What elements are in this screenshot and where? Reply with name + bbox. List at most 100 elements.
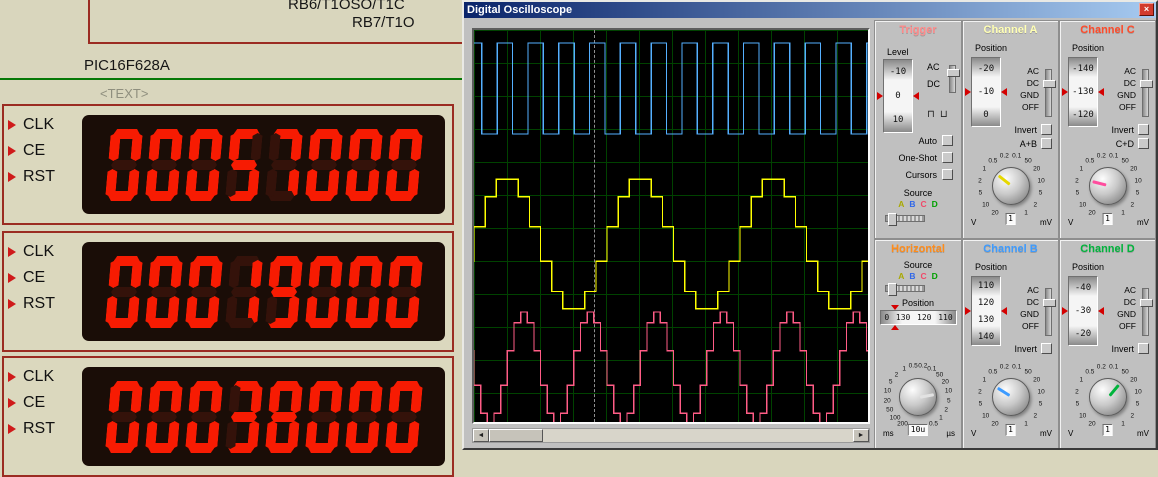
seven-seg-digit	[144, 129, 182, 201]
wheel-value: -20	[1074, 328, 1092, 339]
trigger-panel: Trigger Level -10 0 10 AC DC ⊓ ⊔ Auto One-S…	[874, 20, 962, 239]
seven-seg-digit	[104, 129, 142, 201]
channel-c-invert-button[interactable]	[1138, 124, 1149, 135]
close-button[interactable]: ×	[1139, 3, 1154, 16]
channel-c-coupling-switch[interactable]	[1140, 69, 1153, 117]
seven-seg-digit	[224, 381, 262, 453]
knob-scale-label: 5	[978, 400, 983, 408]
wheel-value: 0	[895, 91, 901, 101]
knob-pointer	[1107, 383, 1119, 397]
unit-label-left: V	[971, 429, 977, 438]
switch-thumb	[1140, 299, 1153, 307]
cursors-button[interactable]	[942, 169, 953, 180]
pin-arrow-icon	[8, 371, 16, 382]
seven-seg-digit	[104, 381, 142, 453]
auto-button[interactable]	[942, 135, 953, 146]
wheel-marker-icon	[877, 92, 883, 100]
wheel-value: 130	[977, 314, 995, 325]
coupling-label-off: OFF	[1119, 102, 1136, 112]
slider-thumb	[888, 283, 897, 296]
channel-a-position-wheel[interactable]: -20 -10 0	[965, 57, 1007, 127]
scroll-thumb[interactable]	[489, 429, 543, 442]
pin-arrow-icon	[8, 423, 16, 434]
wheel-value: 130	[895, 313, 911, 322]
wheel-marker-icon	[965, 307, 971, 315]
pin-label-rst: RST	[23, 294, 55, 312]
trigger-title: Trigger	[899, 24, 937, 36]
knob-scale-label: 50	[1024, 157, 1032, 164]
source-channel-d: D	[931, 199, 938, 209]
channel-a-gain-knob[interactable]	[991, 167, 1030, 205]
wheel-marker-icon	[1062, 307, 1068, 315]
channel-c-gain-knob[interactable]	[1088, 167, 1127, 205]
wheel-marker-icon	[891, 325, 899, 330]
pin-label-clk: CLK	[23, 115, 55, 133]
scroll-left-button[interactable]: ◄	[473, 429, 489, 442]
knob-scale-label: 20	[1033, 376, 1041, 384]
counter-component-2[interactable]: CLK CE RST	[2, 231, 454, 352]
horizontal-source-slider[interactable]	[885, 283, 925, 296]
staircase-sine-trace-pink	[474, 311, 868, 422]
square-wave-trace	[474, 42, 868, 135]
channel-d-gain-knob[interactable]	[1088, 378, 1127, 416]
knob-scale-label: 20	[883, 397, 891, 405]
trigger-level-wheel[interactable]: -10 0 10	[877, 59, 919, 133]
knob-scale-label: 10	[944, 387, 953, 395]
seven-seg-digit	[304, 381, 342, 453]
channel-a-coupling-switch[interactable]	[1043, 69, 1056, 117]
seven-seg-digit	[104, 256, 142, 328]
invert-label: Invert	[1014, 124, 1037, 135]
wheel-value: 0	[983, 109, 989, 120]
knob-scale-label: 5	[1075, 189, 1080, 197]
channel-a-invert-button[interactable]	[1041, 124, 1052, 135]
channel-d-coupling-switch[interactable]	[1140, 288, 1153, 336]
seven-segment-display-3	[82, 367, 445, 466]
seven-seg-digit	[304, 256, 342, 328]
coupling-label-ac: AC	[1124, 285, 1136, 295]
knob-scale-label: 2	[1033, 201, 1038, 209]
knob-scale-label: 20	[1130, 376, 1138, 384]
one-shot-button[interactable]	[942, 152, 953, 163]
wheel-value: 120	[977, 297, 995, 308]
channel-b-gain-knob[interactable]	[991, 378, 1030, 416]
unit-label-right: mV	[1137, 218, 1149, 227]
counter-component-3[interactable]: CLK CE RST	[2, 356, 454, 477]
wheel-value: 10	[892, 115, 904, 125]
channel-a-coupling-labels: AC DC GND OFF	[1013, 67, 1039, 112]
channel-c-position-wheel[interactable]: -140 -130 -120	[1062, 57, 1104, 127]
channel-b-position-wheel[interactable]: 110 120 130 140	[965, 276, 1007, 346]
rising-edge-icon[interactable]: ⊓	[927, 109, 935, 120]
horizontal-source-label: Source	[903, 260, 933, 270]
scroll-right-button[interactable]: ►	[853, 429, 869, 442]
seven-seg-digit	[344, 129, 382, 201]
switch-thumb	[1140, 80, 1153, 88]
falling-edge-icon[interactable]: ⊔	[940, 109, 948, 120]
oscilloscope-screen[interactable]	[472, 28, 870, 424]
trigger-source-slider[interactable]	[885, 213, 925, 226]
wheel-marker-icon	[1098, 88, 1104, 96]
knob-scale-label: 2	[894, 371, 899, 379]
pin-arrow-icon	[8, 171, 16, 182]
trigger-source-letters: ABCD	[875, 199, 961, 209]
timebase-knob[interactable]	[899, 378, 937, 416]
wire[interactable]	[0, 78, 462, 80]
channel-b-coupling-switch[interactable]	[1043, 288, 1056, 336]
pin-label-ce: CE	[23, 268, 46, 286]
knob-scale-label: 2	[978, 177, 982, 185]
trigger-coupling-switch[interactable]	[947, 65, 960, 93]
knob-value-display: 1	[1005, 213, 1016, 225]
scope-horizontal-scrollbar[interactable]: ◄ ►	[472, 428, 870, 443]
knob-pointer	[919, 392, 935, 399]
pin-arrow-icon	[8, 298, 16, 309]
channel-d-position-wheel[interactable]: -40 -30 -20	[1062, 276, 1104, 346]
seven-segment-display-2	[82, 242, 445, 341]
source-channel-a: A	[898, 199, 905, 209]
knob-scale-label: 50	[1121, 157, 1129, 164]
auto-row: Auto	[881, 135, 953, 146]
counter-component-1[interactable]: CLK CE RST	[2, 104, 454, 225]
wheel-value: -130	[1072, 86, 1094, 97]
knob-scale-label: 0.1	[1109, 363, 1119, 371]
horizontal-position-wheel[interactable]: 0 130 120 110	[880, 305, 957, 330]
scope-window-titlebar[interactable]: Digital Oscilloscope ×	[464, 2, 1156, 18]
seven-seg-digit	[304, 129, 342, 201]
